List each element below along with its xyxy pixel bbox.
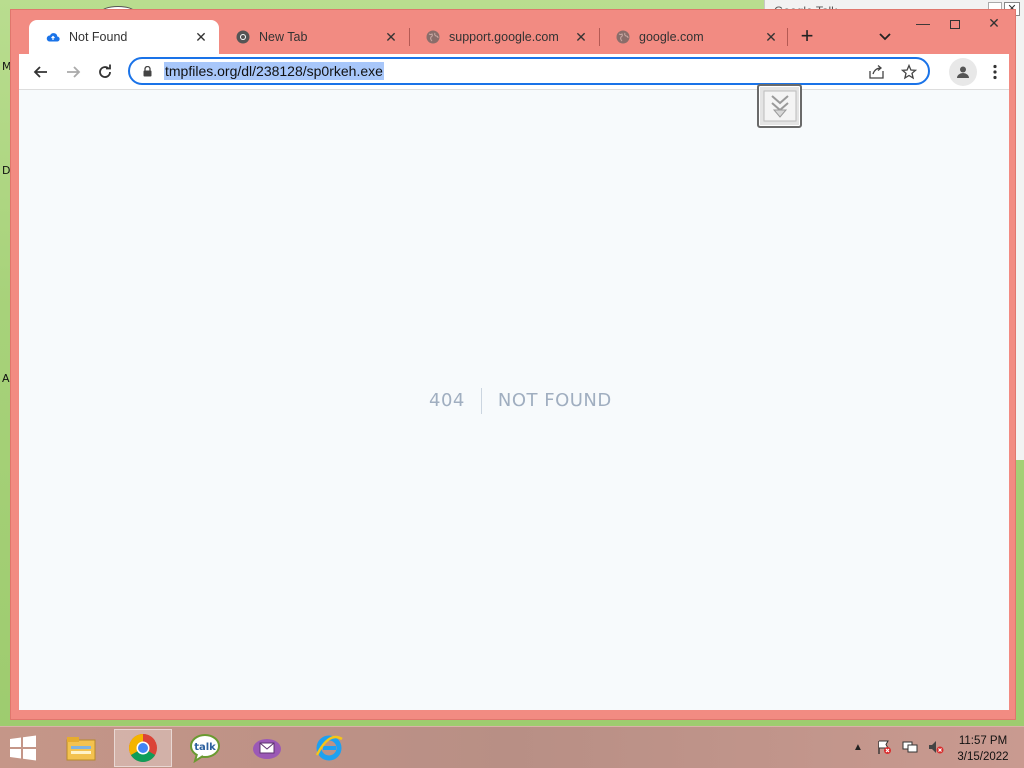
tab-not-found[interactable]: Not Found ✕ [29,20,219,54]
network-icon[interactable] [902,739,918,755]
taskbar-mail-app[interactable] [238,729,296,767]
reload-button[interactable] [91,58,119,86]
cloud-upload-icon [45,29,61,45]
volume-muted-icon[interactable] [928,739,944,755]
not-found-message: 404 NOT FOUND [429,387,612,415]
tab-title: google.com [639,30,704,44]
globe-icon [425,29,441,45]
close-tab-icon[interactable]: ✕ [193,29,209,45]
file-explorer-icon [66,737,96,761]
close-tab-icon[interactable]: ✕ [573,29,589,45]
taskbar-file-explorer[interactable] [52,729,110,767]
start-button[interactable] [8,735,38,761]
tab-strip: Not Found ✕ New Tab ✕ support.google.com… [11,10,1017,54]
share-icon[interactable] [866,62,888,82]
browser-toolbar: tmpfiles.org/dl/238128/sp0rkeh.exe [19,54,1009,90]
clock-date: 3/15/2022 [957,751,1009,763]
three-dots-icon [993,64,997,80]
chrome-icon [129,734,157,762]
action-center-flag-icon[interactable] [876,739,892,755]
more-menu-button[interactable] [985,58,1005,86]
close-tab-icon[interactable]: ✕ [383,29,399,45]
person-icon [957,66,969,78]
tab-separator [787,28,788,46]
page-content: 404 NOT FOUND [19,90,1009,710]
tab-search-button[interactable] [873,25,897,49]
taskbar-google-talk[interactable]: talk [176,729,234,767]
tab-title: Not Found [69,30,128,44]
clock-time: 11:57 PM [958,735,1008,747]
taskbar-clock[interactable]: 11:57 PM 3/15/2022 [948,733,1018,765]
tab-title: support.google.com [449,30,559,44]
arrow-right-icon [67,66,81,78]
star-icon[interactable] [898,62,920,82]
new-tab-button[interactable]: + [795,25,819,49]
windows-logo-icon [10,735,36,761]
download-manager-widget[interactable] [757,84,802,128]
system-tray: ▲ [850,739,944,755]
tab-support-google[interactable]: support.google.com ✕ [409,20,599,54]
url-text[interactable]: tmpfiles.org/dl/238128/sp0rkeh.exe [164,62,384,80]
lock-icon[interactable] [140,65,154,77]
reload-icon [99,64,111,78]
close-tab-icon[interactable]: ✕ [763,29,779,45]
mail-icon [253,739,281,759]
arrow-left-icon [33,66,47,78]
globe-icon [615,29,631,45]
minimize-button[interactable]: — [907,12,939,34]
close-window-button[interactable]: ✕ [971,12,1017,34]
tab-new-tab[interactable]: New Tab ✕ [219,20,409,54]
desktop-side-letter: A [2,372,10,385]
taskbar-internet-explorer[interactable] [300,729,358,767]
forward-button[interactable] [59,58,87,86]
svg-text:talk: talk [194,742,216,753]
maximize-button[interactable] [939,12,971,34]
profile-button[interactable] [949,58,977,86]
chrome-icon [235,29,251,45]
chevron-down-icon [879,33,891,41]
error-code: 404 [429,388,482,414]
internet-explorer-icon [315,735,343,761]
browser-window: Not Found ✕ New Tab ✕ support.google.com… [10,9,1016,720]
back-button[interactable] [27,58,55,86]
address-bar[interactable]: tmpfiles.org/dl/238128/sp0rkeh.exe [128,57,930,85]
tab-title: New Tab [259,30,308,44]
tab-google[interactable]: google.com ✕ [599,20,789,54]
download-arrow-icon [763,90,796,122]
taskbar: talk ▲ 11:57 PM 3/15/2022 [0,726,1024,768]
google-talk-icon: talk [190,734,220,763]
error-text: NOT FOUND [497,390,612,411]
taskbar-chrome[interactable] [114,729,172,767]
chevron-up-icon[interactable]: ▲ [850,739,866,755]
